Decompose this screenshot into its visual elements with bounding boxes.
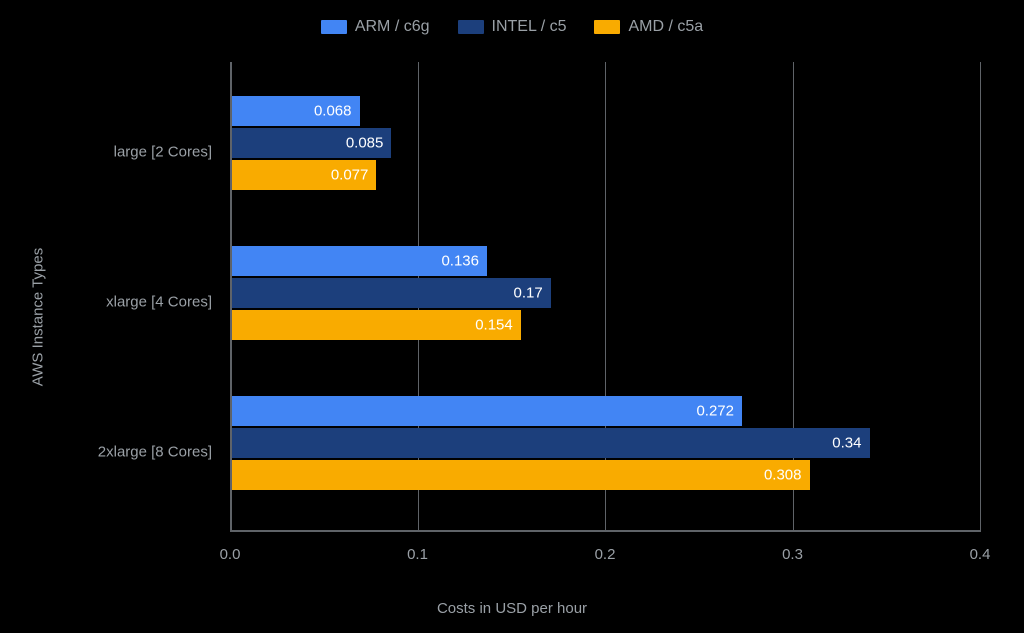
legend-item-arm: ARM / c6g xyxy=(321,18,430,36)
bar-value-label: 0.068 xyxy=(314,103,352,120)
legend-label: ARM / c6g xyxy=(355,18,430,36)
bar-amd: 0.308 xyxy=(232,460,810,490)
legend-item-amd: AMD / c5a xyxy=(594,18,703,36)
x-tick-label: 0.2 xyxy=(595,546,616,563)
gridline xyxy=(230,62,231,532)
x-tick-label: 0.3 xyxy=(782,546,803,563)
bar-value-label: 0.136 xyxy=(441,253,479,270)
bar-value-label: 0.154 xyxy=(475,317,513,334)
legend-swatch xyxy=(458,20,484,34)
x-tick-label: 0.1 xyxy=(407,546,428,563)
legend-swatch xyxy=(321,20,347,34)
bar-value-label: 0.17 xyxy=(514,285,543,302)
bar-chart: ARM / c6g INTEL / c5 AMD / c5a 0.0 0.1 0… xyxy=(0,0,1024,633)
bar-arm: 0.272 xyxy=(232,396,742,426)
gridline xyxy=(980,62,981,532)
legend: ARM / c6g INTEL / c5 AMD / c5a xyxy=(0,18,1024,36)
bar-value-label: 0.085 xyxy=(346,135,384,152)
legend-swatch xyxy=(594,20,620,34)
bar-value-label: 0.308 xyxy=(764,467,802,484)
plot-area: 0.0 0.1 0.2 0.3 0.4 large [2 Cores] 0.06… xyxy=(230,62,980,532)
bar-intel: 0.17 xyxy=(232,278,551,308)
bar-amd: 0.077 xyxy=(232,160,376,190)
x-tick-label: 0.4 xyxy=(970,546,991,563)
y-tick-label: xlarge [4 Cores] xyxy=(106,294,212,311)
bar-arm: 0.068 xyxy=(232,96,360,126)
y-axis-title: AWS Instance Types xyxy=(30,247,47,385)
legend-item-intel: INTEL / c5 xyxy=(458,18,567,36)
bar-value-label: 0.272 xyxy=(696,403,734,420)
bar-value-label: 0.077 xyxy=(331,167,369,184)
x-tick-label: 0.0 xyxy=(220,546,241,563)
x-axis-title: Costs in USD per hour xyxy=(0,600,1024,617)
bar-arm: 0.136 xyxy=(232,246,487,276)
legend-label: AMD / c5a xyxy=(628,18,703,36)
bar-value-label: 0.34 xyxy=(832,435,861,452)
y-tick-label: 2xlarge [8 Cores] xyxy=(98,444,212,461)
legend-label: INTEL / c5 xyxy=(492,18,567,36)
bar-intel: 0.085 xyxy=(232,128,391,158)
y-tick-label: large [2 Cores] xyxy=(114,144,212,161)
bar-amd: 0.154 xyxy=(232,310,521,340)
bar-intel: 0.34 xyxy=(232,428,870,458)
